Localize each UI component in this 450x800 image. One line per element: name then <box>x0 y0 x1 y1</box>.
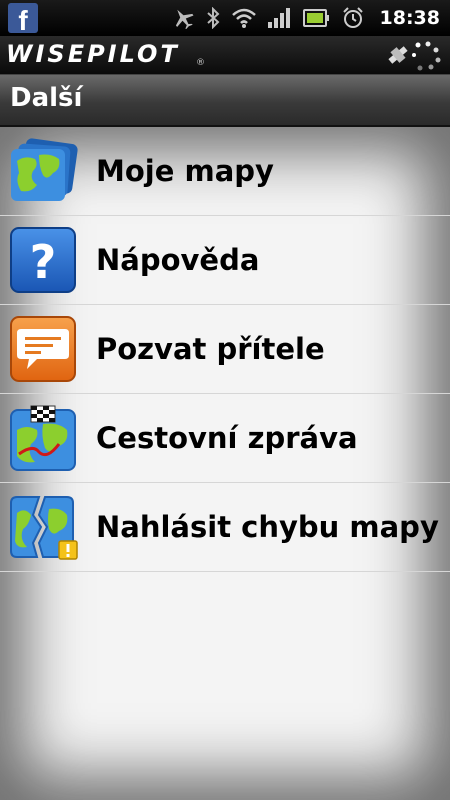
signal-icon <box>267 8 290 28</box>
app-header: WISEPILOT ® <box>0 36 450 75</box>
facebook-icon[interactable]: f <box>8 3 38 33</box>
menu-item-report-map-error[interactable]: Nahlásit chybu mapy <box>0 483 450 572</box>
main-content: Moje mapy ? Nápověda Pozvat přítele Cest… <box>0 127 450 800</box>
airplane-icon <box>172 7 194 29</box>
svg-text:?: ? <box>30 235 57 289</box>
title-bar: Další <box>0 75 450 127</box>
menu-list: Moje mapy ? Nápověda Pozvat přítele Cest… <box>0 127 450 572</box>
bluetooth-icon <box>206 7 220 29</box>
menu-item-label: Moje mapy <box>96 154 274 188</box>
alarm-icon <box>342 7 364 29</box>
message-icon <box>9 315 79 383</box>
registered-mark: ® <box>196 58 205 68</box>
map-error-icon <box>9 493 79 561</box>
menu-item-invite-friend[interactable]: Pozvat přítele <box>0 305 450 394</box>
page-title: Další <box>10 83 83 113</box>
battery-icon <box>302 8 330 28</box>
app-logo: WISEPILOT <box>6 40 180 68</box>
help-icon: ? <box>9 226 79 294</box>
travel-report-icon <box>9 404 79 472</box>
status-time: 18:38 <box>379 7 440 29</box>
satellite-icon[interactable] <box>384 39 444 75</box>
menu-item-my-maps[interactable]: Moje mapy <box>0 127 450 216</box>
map-stack-icon <box>9 137 79 205</box>
status-bar: f 18:38 <box>0 0 450 36</box>
menu-item-label: Nápověda <box>96 243 260 277</box>
status-icons: 18:38 <box>172 0 440 36</box>
menu-item-label: Pozvat přítele <box>96 332 325 366</box>
menu-item-label: Nahlásit chybu mapy <box>96 510 439 544</box>
wifi-icon <box>231 8 256 28</box>
menu-item-help[interactable]: ? Nápověda <box>0 216 450 305</box>
menu-item-travel-report[interactable]: Cestovní zpráva <box>0 394 450 483</box>
menu-item-label: Cestovní zpráva <box>96 421 358 455</box>
